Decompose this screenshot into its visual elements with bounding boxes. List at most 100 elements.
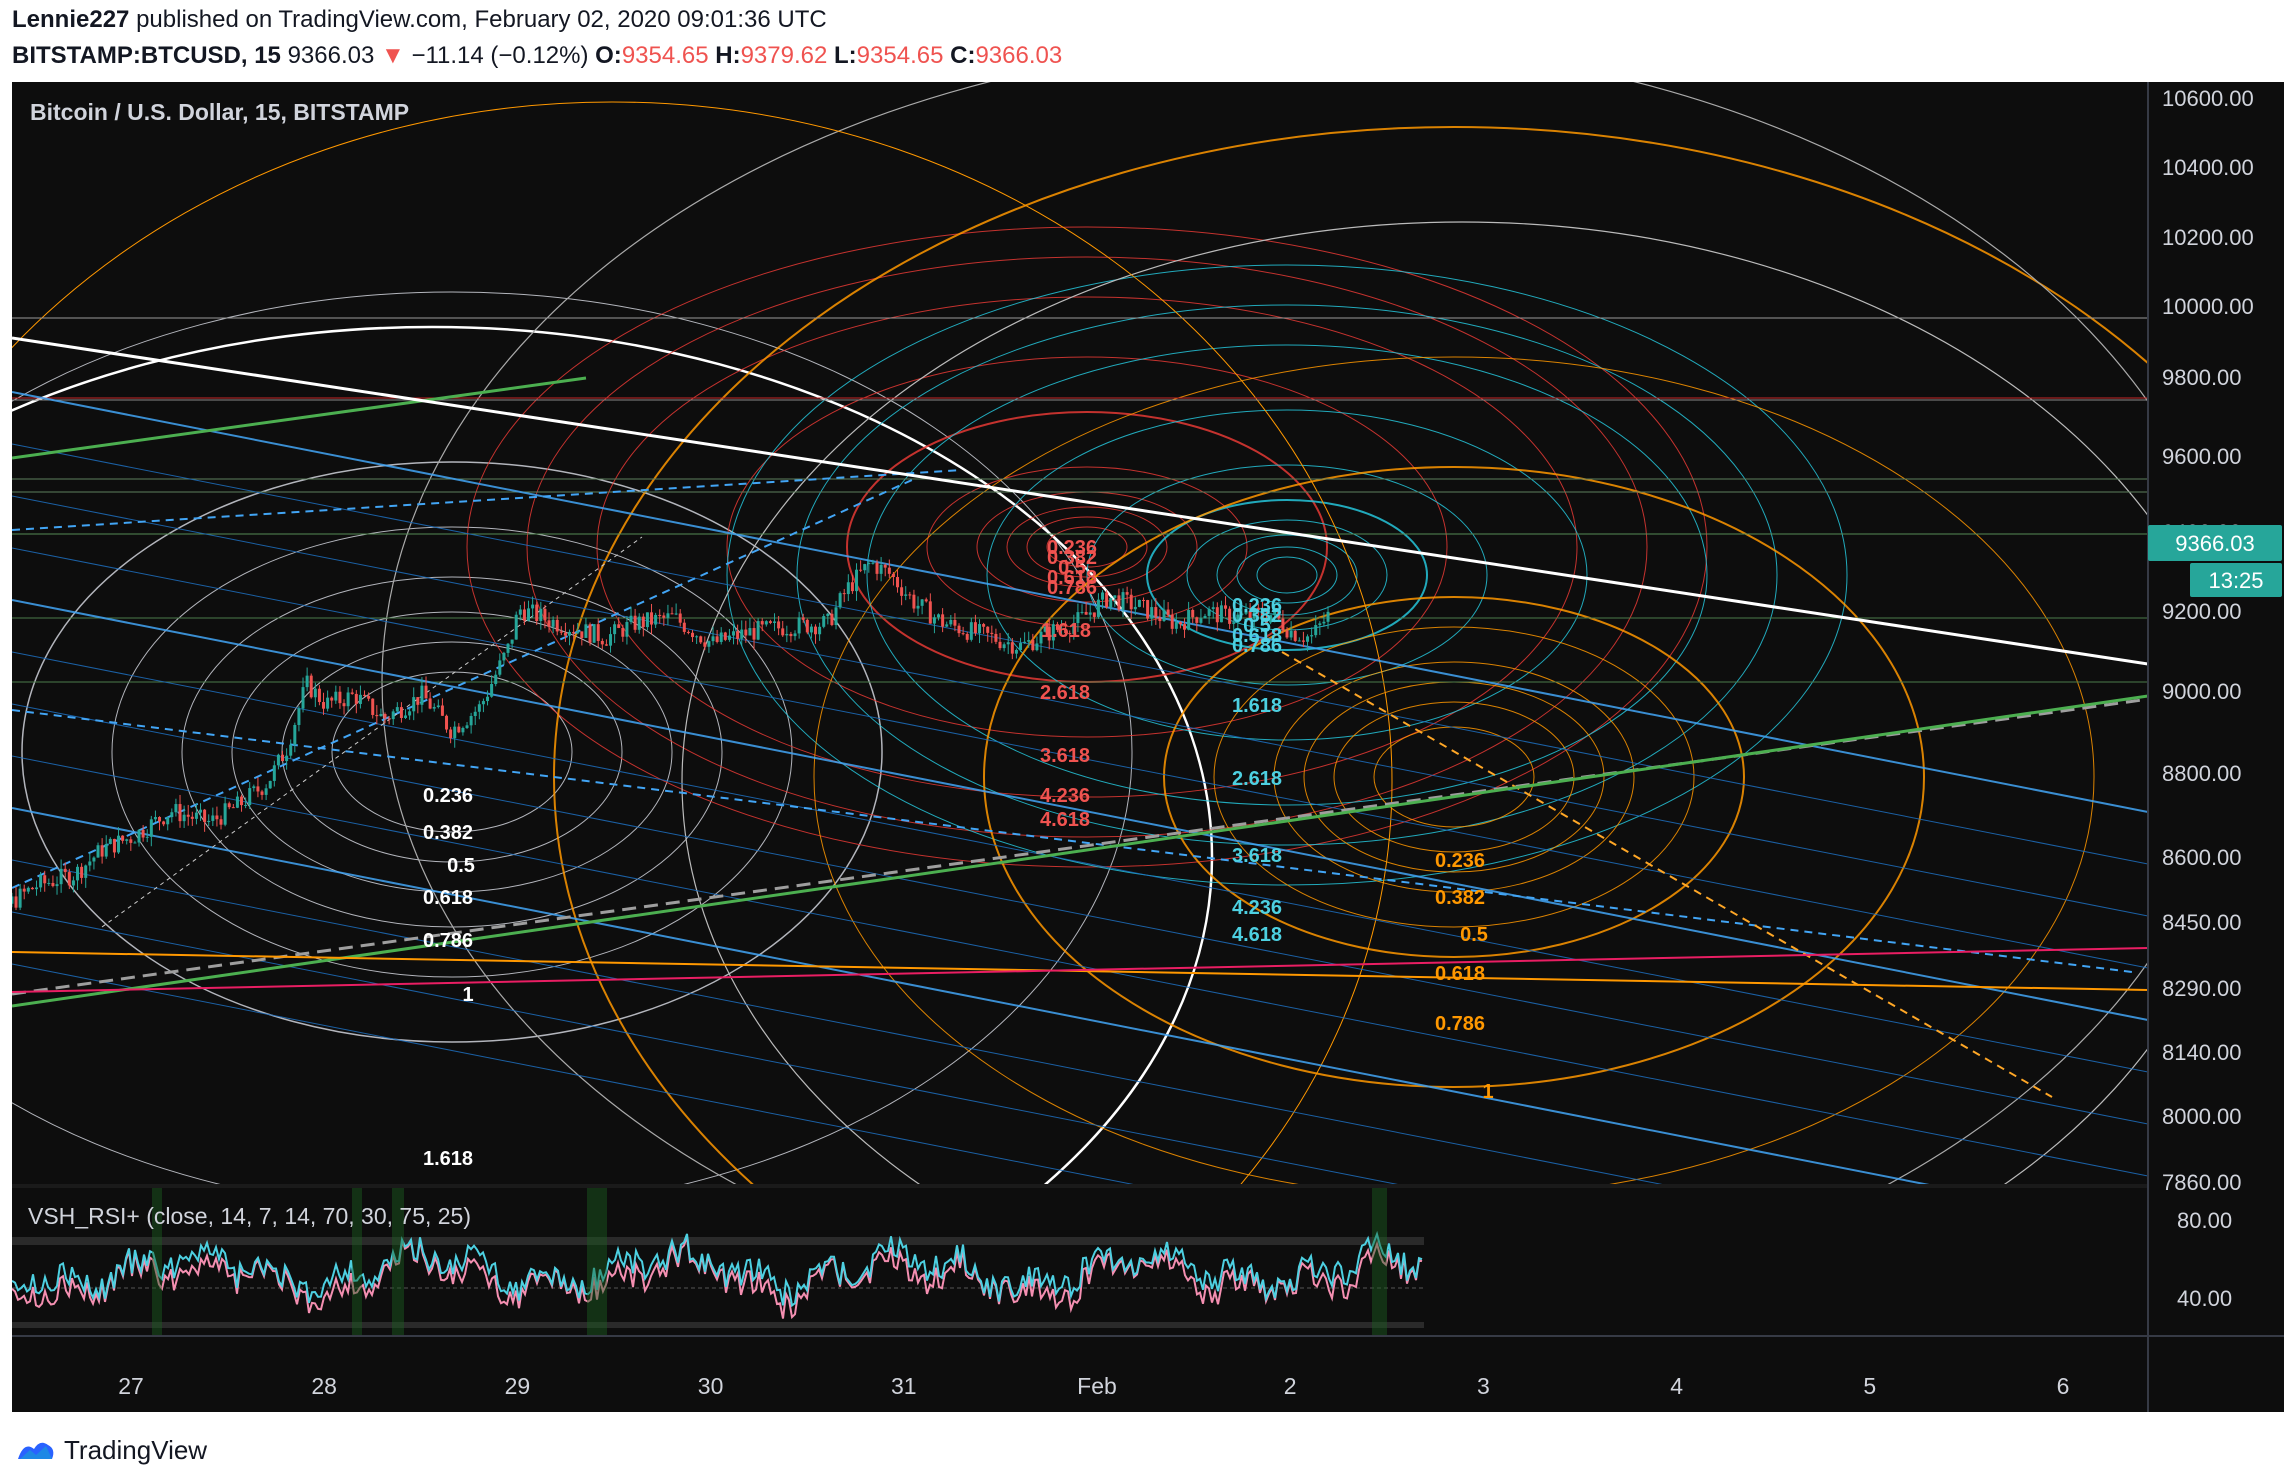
candle-body [932,617,936,624]
candle-body [387,718,391,720]
candle-body [428,698,432,709]
channel-line [12,807,1930,1184]
candle-body [404,715,408,718]
candle-body [199,809,203,813]
channel-line [12,911,1398,1184]
candle-body [1084,611,1088,615]
candle-body [100,845,104,857]
outer-arc [381,82,2148,1184]
time-axis[interactable]: 27 28 29 30 31 Feb 2 3 4 5 6 [118,1373,2069,1399]
fib-label-red: 0.786 [1047,577,1097,599]
open-value: 9354.65 [621,42,709,69]
candle-body [498,660,502,675]
open-label: O: [595,42,622,69]
candle-body [826,613,830,617]
candle-body [650,612,654,625]
candle-body [1326,611,1330,622]
candle-body [1002,644,1006,649]
candle-body [576,631,580,634]
candle-body [1297,640,1301,642]
candle-body [477,704,481,712]
price-axis-label: 7860.00 [2162,1170,2242,1195]
candle-body [383,714,387,719]
candle-body [1092,612,1096,617]
candle-body [1031,640,1035,651]
candle-body [982,624,986,627]
time-axis-label: 31 [891,1373,917,1399]
white-trendline [12,336,2148,666]
candle-body [727,635,731,640]
candle-body [527,608,531,621]
fib-circle-orange [1213,626,1695,928]
fib-label-red: 1.618 [1041,620,1091,642]
candle-body [1035,643,1039,651]
candle-body [1199,618,1203,623]
chart-frame[interactable]: 0.236 0.382 0.5 0.618 0.786 1 1.618 0.236 0.382 0… [12,82,2284,1412]
candle-body [358,694,362,704]
tradingview-logo-icon [18,1442,54,1459]
tradingview-footer[interactable]: TradingView [16,1430,207,1470]
close-label: C: [950,42,976,69]
candle-body [629,615,633,623]
fib-label-cyan: 4.236 [1232,897,1282,919]
candle-body [63,868,67,873]
candle-body [1322,621,1326,624]
fib-label-white: 1 [462,984,473,1006]
fib-circle-orange [1373,726,1535,828]
fib-label-red: 4.236 [1040,785,1090,807]
green-trendline [12,376,587,460]
candle-body [949,619,953,625]
candle-body [264,788,268,795]
candle-body [1162,609,1166,622]
candle-body [633,615,637,630]
candle-body [248,788,252,805]
candle-body [211,815,215,821]
candle-body [506,643,510,653]
candle-body [223,803,227,825]
candle-body [789,633,793,637]
candle-body [1014,649,1018,654]
time-axis-label: 3 [1477,1373,1490,1399]
price-axis-label: 8140.00 [2162,1040,2242,1065]
fib-label-orange: 0.382 [1435,887,1485,909]
candle-body [1154,607,1158,618]
candle-body [367,695,371,699]
fib-label-orange: 1 [1482,1081,1493,1103]
candle-body [937,614,941,618]
publisher-name[interactable]: Lennie227 [12,6,129,33]
candle-body [887,567,891,574]
price-badge-value: 9366.03 [2175,531,2255,556]
publish-info: Lennie227 published on TradingView.com, … [12,6,827,34]
candle-body [1207,609,1211,616]
candle-body [334,691,338,701]
candle-body [514,614,518,640]
price-axis[interactable]: 10600.00 10400.00 10200.00 10000.00 9800.00 9… [2162,86,2254,1195]
price-chart[interactable]: 0.236 0.382 0.5 0.618 0.786 1 1.618 0.236 0.382 0… [12,82,2284,1412]
price-axis-label: 8600.00 [2162,845,2242,870]
candle-body [240,796,244,806]
candle-body [518,609,522,615]
fib-label-white: 0.382 [423,822,473,844]
candle-body [945,624,949,627]
candle-body [22,888,26,892]
down-arrow-icon: ▼ [381,42,405,69]
candle-body [502,652,506,661]
candle-body [805,619,809,633]
candle-body [592,624,596,643]
candle-body [252,786,256,789]
candle-body [182,814,186,822]
fib-label-white: 0.236 [423,785,473,807]
magenta-level [12,947,2148,993]
fib-label-white: 0.618 [423,887,473,909]
candle-body [1129,594,1133,610]
candle-body [1121,592,1125,610]
fib-circle-cyan [726,264,1848,886]
candle-body [1219,605,1223,623]
candle-body [285,755,289,762]
candle-body [12,896,14,904]
candle-body [621,627,625,637]
candle-body [1109,597,1113,608]
candle-body [305,675,309,688]
candle-body [59,868,63,885]
rsi-axis[interactable]: 80.00 40.00 [2177,1208,2232,1311]
